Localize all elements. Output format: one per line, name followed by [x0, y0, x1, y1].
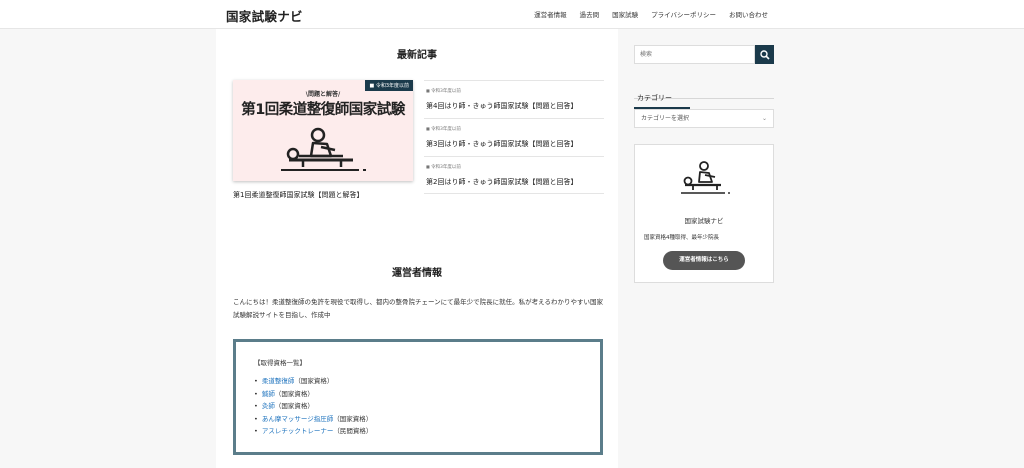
massage-illustration-icon [281, 127, 366, 171]
qualifications-heading: 【取得資格一覧】 [254, 359, 306, 367]
list-item: アスレチックトレーナー（民間資格） [254, 425, 373, 438]
thumbnail-subtitle: \問題と解答/ [305, 91, 341, 98]
search-input[interactable] [634, 45, 755, 64]
qual-link[interactable]: 灸師 [262, 402, 275, 410]
site-header: 国家試験ナビ 運営者情報 過去問 国家試験 プライバシーポリシー お問い合わせ [0, 0, 1024, 29]
qual-note: （国家資格） [274, 402, 314, 410]
post-title[interactable]: 第2回はり師・きゅう師国家試験【問題と回答】 [426, 177, 577, 187]
profile-name: 国家試験ナビ [684, 217, 724, 225]
profile-illustration-icon [681, 161, 730, 194]
profile-widget: 国家試験ナビ 国家資格4種取得、最年少院長 運営者情報はこちら [634, 144, 774, 283]
qual-note: （国家資格） [294, 377, 334, 385]
site-logo[interactable]: 国家試験ナビ [226, 6, 303, 25]
recent-posts-list: 令和3年度以前 第4回はり師・きゅう師国家試験【問題と回答】 令和3年度以前 第… [424, 80, 604, 194]
profile-button[interactable]: 運営者情報はこちら [663, 251, 745, 270]
category-select[interactable]: カテゴリーを選択 ⌄ [634, 109, 774, 128]
qual-note: （国家資格） [333, 414, 373, 423]
category-widget-title: カテゴリー [634, 85, 774, 109]
nav-item-national-exam[interactable]: 国家試験 [612, 9, 638, 19]
post-title[interactable]: 第4回はり師・きゅう師国家試験【問題と回答】 [426, 101, 577, 111]
qualifications-box: 【取得資格一覧】 柔道整復師（国家資格） 鍼師（国家資格） 灸師（国家資格） あ… [233, 339, 603, 455]
search-button[interactable] [755, 45, 774, 64]
nav-item-about[interactable]: 運営者情報 [534, 9, 567, 19]
main-nav: 運営者情報 過去問 国家試験 プライバシーポリシー お問い合わせ [534, 9, 768, 19]
list-item[interactable]: 令和3年度以前 第3回はり師・きゅう師国家試験【問題と回答】 [424, 118, 604, 156]
list-item: あん摩マッサージ指圧師（国家資格） [254, 413, 372, 426]
featured-thumbnail[interactable]: ■ 令和3年度以前 \問題と解答/ 第1回柔道整復師国家試験 [233, 80, 413, 181]
search-icon [759, 49, 770, 60]
category-title-label: カテゴリー [634, 94, 690, 109]
nav-item-past-questions[interactable]: 過去問 [580, 9, 600, 19]
list-item[interactable]: 令和3年度以前 第2回はり師・きゅう師国家試験【問題と回答】 [424, 156, 604, 194]
about-title: 運営者情報 [392, 268, 442, 279]
qual-link[interactable]: 柔道整復師 [262, 377, 295, 385]
post-category: 令和3年度以前 [426, 164, 461, 170]
search-form [634, 45, 774, 64]
post-category: 令和3年度以前 [426, 88, 461, 94]
list-item: 鍼師（国家資格） [254, 388, 372, 401]
qual-note: （民間資格） [333, 427, 373, 435]
about-text: こんにちは！柔道整復師の免許を現役で取得し、都内の整骨院チェーンにて最年少で院長… [233, 298, 603, 319]
category-select-value: カテゴリーを選択 [641, 115, 690, 122]
post-category: 令和3年度以前 [426, 126, 461, 132]
nav-item-contact[interactable]: お問い合わせ [729, 9, 768, 19]
list-item: 灸師（国家資格） [254, 400, 372, 413]
thumbnail-title: 第1回柔道整復師国家試験 [241, 102, 405, 118]
qual-link[interactable]: 鍼師 [262, 390, 275, 398]
qual-link[interactable]: あん摩マッサージ指圧師 [262, 415, 333, 423]
main-content: 最新記事 ■ 令和3年度以前 \問題と解答/ 第1回柔道整復師国家試験 第1回柔… [216, 29, 618, 468]
qual-link[interactable]: アスレチックトレーナー [262, 427, 334, 435]
qual-note: （国家資格） [274, 389, 314, 398]
post-title[interactable]: 第3回はり師・きゅう師国家試験【問題と回答】 [426, 139, 577, 149]
nav-item-privacy[interactable]: プライバシーポリシー [651, 9, 716, 19]
list-item: 柔道整復師（国家資格） [254, 375, 372, 388]
profile-description: 国家資格4種取得、最年少院長 [644, 235, 720, 241]
chevron-down-icon: ⌄ [761, 115, 767, 122]
latest-posts-title: 最新記事 [397, 50, 437, 61]
qualifications-list: 柔道整復師（国家資格） 鍼師（国家資格） 灸師（国家資格） あん摩マッサージ指圧… [254, 375, 373, 438]
list-item[interactable]: 令和3年度以前 第4回はり師・きゅう師国家試験【問題と回答】 [424, 80, 604, 118]
featured-post-title[interactable]: 第1回柔道整復師国家試験【問題と解答】 [233, 190, 363, 200]
